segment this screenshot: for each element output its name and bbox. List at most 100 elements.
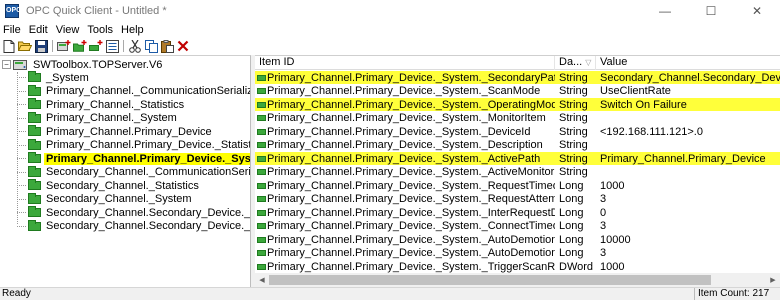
new-document-icon[interactable] (1, 39, 17, 53)
menu-file[interactable]: File (0, 24, 26, 36)
tree-node-label: Primary_Channel._System (46, 112, 177, 124)
folder-icon (28, 71, 41, 82)
minimize-button[interactable]: — (642, 0, 688, 22)
table-row[interactable]: Primary_Channel.Primary_Device._System._… (255, 71, 780, 84)
menu-view[interactable]: View (53, 24, 85, 36)
server-tree[interactable]: − SWToolbox.TOPServer.V6 _System Primary_… (0, 55, 251, 287)
item-id-text: Primary_Channel.Primary_Device._System._… (267, 206, 555, 219)
tree-node[interactable]: Secondary_Channel._Statistics (17, 179, 201, 192)
item-id-text: Primary_Channel.Primary_Device._System._… (267, 166, 555, 178)
data-type-cell: String (559, 98, 588, 111)
tree-node[interactable]: Secondary_Channel.Secondary_Device._Stat… (17, 206, 251, 219)
table-row[interactable]: Primary_Channel.Primary_Device._System._… (255, 125, 780, 138)
maximize-button[interactable]: ☐ (688, 0, 734, 22)
tree-root-node[interactable]: − SWToolbox.TOPServer.V6 (2, 58, 164, 71)
scrollbar-thumb[interactable] (269, 275, 711, 285)
folder-icon (28, 219, 41, 231)
tree-node[interactable]: Secondary_Channel._CommunicationSerializ… (17, 165, 250, 179)
tree-node-label: Secondary_Channel._Statistics (46, 179, 199, 192)
column-header-value[interactable]: Value (596, 56, 780, 70)
tree-node[interactable]: Primary_Channel.Primary_Device._System (17, 152, 250, 165)
menu-edit[interactable]: Edit (26, 24, 53, 36)
table-row[interactable]: Primary_Channel.Primary_Device._System._… (255, 247, 780, 260)
tree-node[interactable]: Primary_Channel._CommunicationSerializat… (17, 84, 250, 98)
data-type-cell: String (559, 125, 588, 138)
tree-node[interactable]: Primary_Channel._System (17, 111, 179, 125)
tree-connector (17, 131, 26, 132)
table-row[interactable]: Primary_Channel.Primary_Device._System._… (255, 112, 780, 125)
column-header-data-type[interactable]: Da... ▽ (555, 56, 596, 70)
menu-tools[interactable]: Tools (84, 24, 118, 36)
delete-icon[interactable] (175, 39, 191, 53)
table-row[interactable]: Primary_Channel.Primary_Device._System._… (255, 98, 780, 111)
scroll-left-icon[interactable]: ◀ (255, 273, 269, 287)
scroll-right-icon[interactable]: ▶ (766, 273, 780, 287)
table-row[interactable]: Primary_Channel.Primary_Device._System._… (255, 206, 780, 219)
table-row[interactable]: Primary_Channel.Primary_Device._System._… (255, 166, 780, 179)
item-id-text: Primary_Channel.Primary_Device._System._… (267, 220, 555, 232)
tree-node[interactable]: Primary_Channel.Primary_Device (17, 125, 214, 138)
tag-icon (257, 182, 266, 189)
tree-node[interactable]: _System (17, 71, 91, 84)
value-cell: 1000 (600, 260, 625, 273)
item-id-cell: Primary_Channel.Primary_Device._System._… (255, 126, 555, 138)
status-bar: Ready Item Count: 217 (0, 287, 780, 300)
item-id-cell: Primary_Channel.Primary_Device._System._… (255, 99, 555, 111)
tree-node[interactable]: Primary_Channel._Statistics (17, 98, 186, 111)
close-button[interactable]: ✕ (734, 0, 780, 22)
item-id-text: Primary_Channel.Primary_Device._System._… (267, 71, 555, 84)
tree-node[interactable]: Primary_Channel.Primary_Device._Statisti… (17, 138, 250, 152)
new-group-icon[interactable] (72, 39, 88, 53)
tree-node-label: Secondary_Channel.Secondary_Device._Stat… (46, 206, 251, 219)
item-id-cell: Primary_Channel.Primary_Device._System._… (255, 153, 555, 165)
data-type-cell: Long (559, 193, 584, 205)
item-id-text: Primary_Channel.Primary_Device._System._… (267, 179, 555, 192)
tag-icon (257, 74, 266, 81)
cut-icon[interactable] (127, 39, 143, 53)
tag-icon (257, 209, 266, 216)
item-id-text: Primary_Channel.Primary_Device._System._… (267, 260, 555, 273)
item-list[interactable]: Item ID Da... ▽ Value Primary_Channel.Pri… (255, 55, 780, 287)
table-row[interactable]: Primary_Channel.Primary_Device._System._… (255, 85, 780, 98)
new-item-icon[interactable] (88, 39, 104, 53)
open-folder-icon[interactable] (17, 39, 33, 53)
table-row[interactable]: Primary_Channel.Primary_Device._System._… (255, 152, 780, 165)
data-type-cell: Long (559, 206, 584, 219)
item-id-cell: Primary_Channel.Primary_Device._System._… (255, 166, 555, 178)
tag-icon (257, 88, 266, 94)
tree-connector (17, 90, 26, 92)
window-title: OPC Quick Client - Untitled * (26, 5, 167, 17)
tree-connector (17, 185, 26, 186)
new-server-icon[interactable] (56, 39, 72, 53)
tree-connector (17, 198, 26, 200)
status-text: Ready (2, 288, 31, 299)
tree-node[interactable]: Secondary_Channel.Secondary_Device._Syst… (17, 219, 250, 233)
table-row[interactable]: Primary_Channel.Primary_Device._System._… (255, 193, 780, 206)
table-row[interactable]: Primary_Channel.Primary_Device._System._… (255, 139, 780, 152)
item-id-text: Primary_Channel.Primary_Device._System._… (267, 112, 546, 124)
item-id-cell: Primary_Channel.Primary_Device._System._… (255, 207, 555, 219)
toolbar-separator (123, 40, 124, 52)
menu-help[interactable]: Help (118, 24, 149, 36)
tree-node[interactable]: Secondary_Channel._System (17, 192, 194, 206)
paste-icon[interactable] (159, 39, 175, 53)
table-row[interactable]: Primary_Channel.Primary_Device._System._… (255, 260, 780, 273)
properties-icon[interactable] (104, 39, 120, 53)
save-icon[interactable] (33, 39, 49, 53)
horizontal-scrollbar[interactable]: ◀ ▶ (255, 273, 780, 287)
folder-icon (28, 84, 41, 96)
item-id-cell: Primary_Channel.Primary_Device._System._… (255, 139, 555, 151)
tag-icon (257, 155, 266, 162)
table-row[interactable]: Primary_Channel.Primary_Device._System._… (255, 179, 780, 192)
copy-icon[interactable] (143, 39, 159, 53)
folder-icon (28, 192, 41, 204)
column-header-item-id[interactable]: Item ID (255, 56, 555, 70)
scrollbar-track[interactable] (269, 273, 766, 287)
window-controls: — ☐ ✕ (642, 0, 780, 22)
table-row[interactable]: Primary_Channel.Primary_Device._System._… (255, 220, 780, 233)
item-id-text: Primary_Channel.Primary_Device._System._… (267, 233, 555, 246)
table-row[interactable]: Primary_Channel.Primary_Device._System._… (255, 233, 780, 246)
tree-connector (17, 104, 26, 105)
tree-node-label: Primary_Channel._Statistics (46, 98, 185, 111)
collapse-icon[interactable]: − (2, 60, 11, 69)
